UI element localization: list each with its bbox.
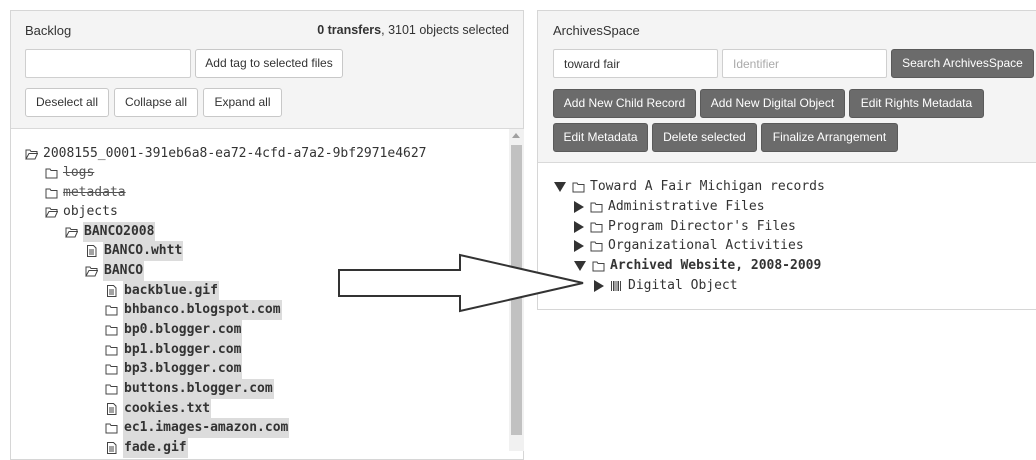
annotation-arrow xyxy=(338,253,584,313)
